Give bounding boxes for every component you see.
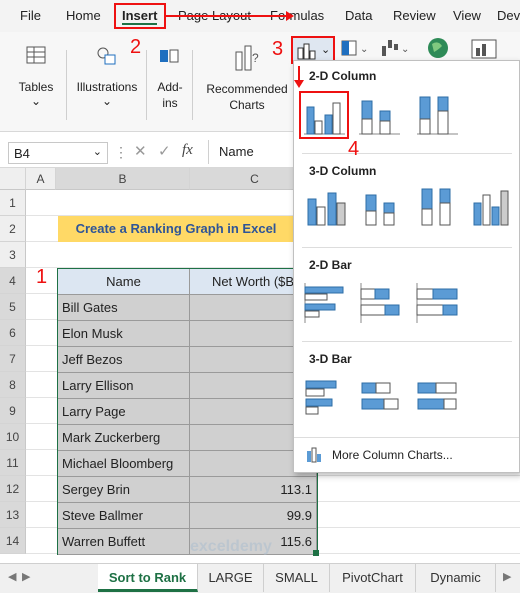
annotation-step-4: 4	[348, 138, 360, 160]
annotation-step-1: 1	[36, 266, 48, 288]
annotation-step-2: 2	[130, 36, 142, 58]
annotation-arrows	[166, 11, 304, 88]
annotation-step-3: 3	[272, 38, 284, 60]
